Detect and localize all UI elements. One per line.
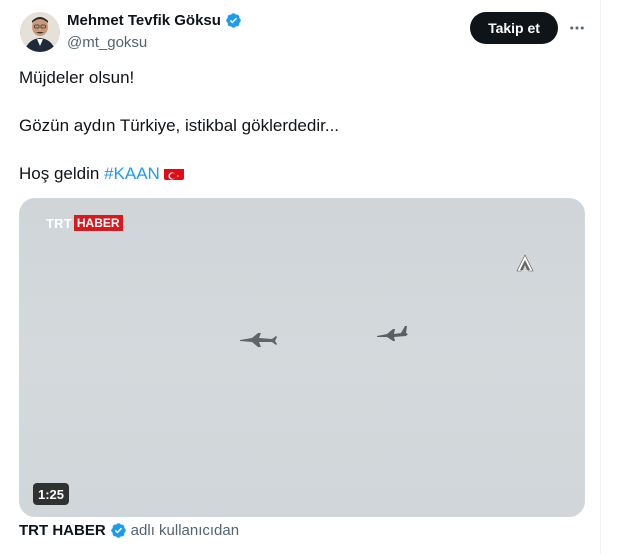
tweet-line: Hoş geldin #KAAN [19, 162, 589, 186]
name-row: Mehmet Tevfik Göksu [67, 12, 242, 29]
attribution-source-name[interactable]: TRT HABER [19, 522, 106, 539]
tweet-line-prefix: Hoş geldin [19, 164, 105, 183]
jet-left-icon [240, 333, 277, 347]
avatar[interactable] [20, 12, 60, 52]
user-handle[interactable]: @mt_goksu [67, 34, 147, 51]
watermark-trt: TRT [46, 215, 72, 231]
display-name[interactable]: Mehmet Tevfik Göksu [67, 12, 221, 29]
media-attribution: TRT HABER adlı kullanıcıdan [19, 522, 239, 539]
anadolu-agency-logo-icon [516, 254, 534, 272]
jet-right-icon [377, 326, 408, 341]
tweet-body: Müjdeler olsun! Gözün aydın Türkiye, ist… [19, 66, 589, 186]
follow-button[interactable]: Takip et [470, 12, 558, 44]
attribution-suffix: adlı kullanıcıdan [130, 522, 240, 539]
hashtag-link[interactable]: #KAAN [104, 164, 160, 183]
trt-haber-watermark: TRT HABER [46, 215, 123, 231]
video-player[interactable]: TRT HABER 1:25 [19, 198, 585, 517]
watermark-haber: HABER [73, 215, 123, 231]
verified-badge-icon [110, 522, 127, 539]
column-divider [600, 0, 601, 554]
tweet-line: Gözün aydın Türkiye, istikbal göklerdedi… [19, 116, 340, 135]
video-duration-badge: 1:25 [33, 483, 70, 505]
verified-badge-icon[interactable] [225, 12, 242, 29]
person-avatar-icon [20, 12, 60, 52]
tweet-line: Müjdeler olsun! [19, 68, 135, 87]
more-options-icon[interactable] [565, 16, 589, 40]
turkey-flag-icon [163, 166, 184, 180]
tweet-header: Mehmet Tevfik Göksu @mt_goksu Takip et [20, 10, 600, 56]
